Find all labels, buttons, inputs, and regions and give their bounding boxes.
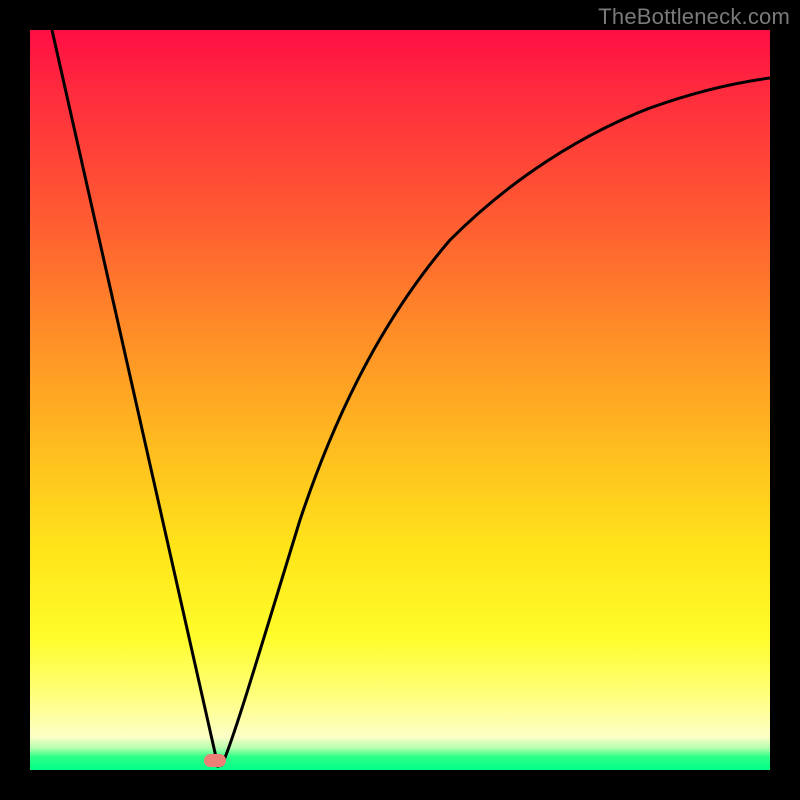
optimal-point-marker [204, 754, 226, 767]
watermark-text: TheBottleneck.com [598, 4, 790, 30]
bottleneck-curve [30, 30, 770, 770]
chart-frame: TheBottleneck.com [0, 0, 800, 800]
plot-area [30, 30, 770, 770]
curve-path [52, 30, 770, 766]
